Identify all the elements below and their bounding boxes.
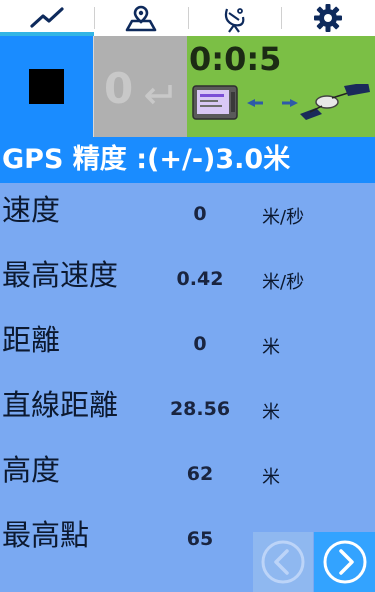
stat-row-max-speed: 最高速度 0.42 米/秒 <box>0 252 375 316</box>
stat-unit: 米/秒 <box>262 207 305 228</box>
stat-value: 0 <box>193 203 207 225</box>
stop-icon <box>29 69 64 104</box>
lap-count: 0 <box>104 64 134 113</box>
stat-label: 最高點 <box>2 518 90 552</box>
map-pin-icon <box>125 5 156 32</box>
elapsed-timer: 0:0:5 <box>189 40 282 78</box>
stat-unit: 米 <box>262 402 280 423</box>
timer-panel: 0:0:5 <box>187 36 375 137</box>
stat-unit: 米 <box>262 337 280 358</box>
stat-value: 0 <box>193 333 207 355</box>
tab-statistics[interactable] <box>0 0 94 36</box>
stat-row-speed: 速度 0 米/秒 <box>0 187 375 251</box>
stat-value: 65 <box>186 528 214 550</box>
chevron-right-icon <box>323 540 366 584</box>
lap-reset-button[interactable]: 0 <box>93 36 187 137</box>
stat-label: 最高速度 <box>2 258 119 292</box>
stat-row-straight-distance: 直線距離 28.56 米 <box>0 382 375 446</box>
satellite-dish-icon <box>225 8 245 33</box>
tab-bar <box>0 0 375 36</box>
stat-row-altitude: 高度 62 米 <box>0 447 375 511</box>
stat-label: 距離 <box>2 323 61 357</box>
stat-value: 0.42 <box>176 268 224 290</box>
tab-satellite[interactable] <box>187 0 282 36</box>
stat-value: 28.56 <box>169 398 231 420</box>
stat-unit: 米 <box>262 467 280 488</box>
chart-line-icon <box>30 7 64 28</box>
gear-icon <box>314 4 343 32</box>
stat-value: 62 <box>186 463 214 485</box>
tab-settings[interactable] <box>281 0 375 36</box>
tracking-controls: 0 0:0:5 <box>0 36 375 137</box>
stat-label: 直線距離 <box>2 388 119 422</box>
gps-satellite-link-illustration <box>192 84 370 120</box>
stat-label: 高度 <box>2 453 61 487</box>
gps-accuracy-banner: GPS 精度 :(+/-)3.0米 <box>0 137 375 183</box>
stat-label: 速度 <box>2 193 61 227</box>
previous-page-button[interactable] <box>253 532 313 592</box>
stop-button[interactable] <box>0 36 93 137</box>
stat-unit: 米/秒 <box>262 272 305 293</box>
return-arrow-icon <box>145 85 172 105</box>
stat-row-distance: 距離 0 米 <box>0 317 375 381</box>
chevron-left-icon <box>261 540 305 584</box>
next-page-button[interactable] <box>314 532 375 592</box>
tab-map[interactable] <box>93 0 188 36</box>
